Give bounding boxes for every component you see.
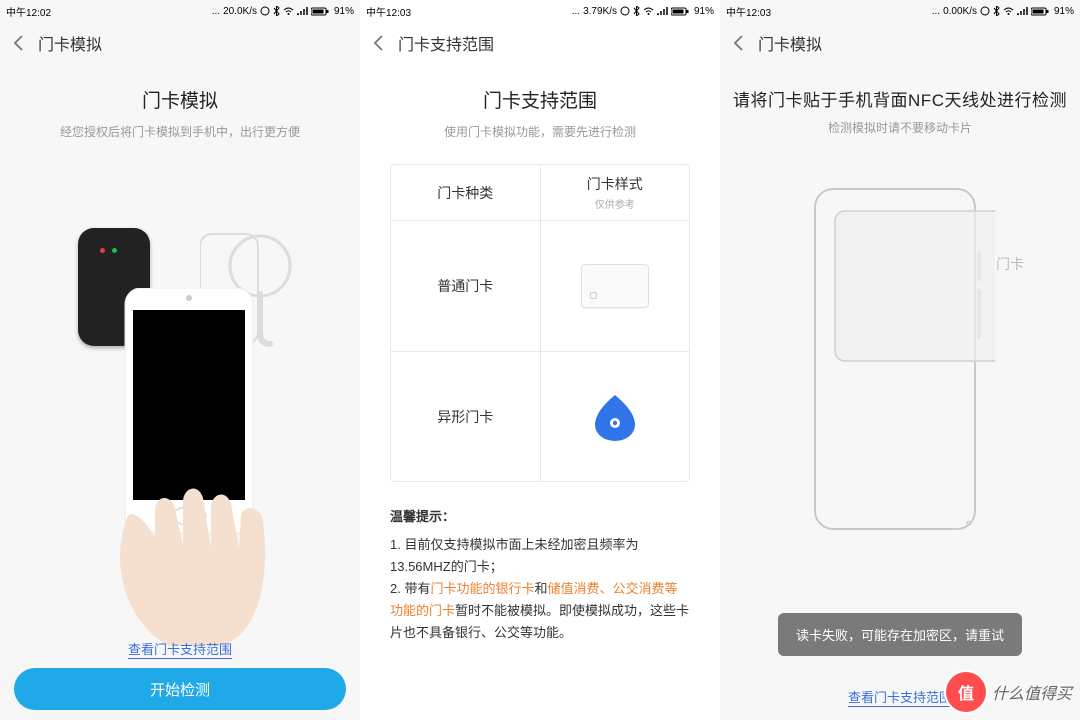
status-bar: 中午12:03 ... 0.00K/s 91% <box>720 0 1080 22</box>
status-speed: 0.00K/s <box>943 6 977 17</box>
bt-icon <box>273 6 280 16</box>
page-title: 请将门卡贴于手机背面NFC天线处进行检测 <box>720 86 1080 111</box>
card-type-irregular: 异形门卡 <box>391 352 541 481</box>
status-bar: 中午12:03 ... 3.79K/s 91% <box>360 0 720 22</box>
card-drop-icon <box>593 393 637 441</box>
back-icon[interactable] <box>10 34 28 52</box>
card-rect-icon <box>581 264 649 308</box>
support-range-link[interactable]: 查看门卡支持范围 <box>0 639 360 658</box>
watermark-badge-icon: 值 <box>946 672 986 712</box>
table-row: 普通门卡 <box>391 221 689 351</box>
status-speed: 20.0K/s <box>223 6 257 17</box>
nav-title: 门卡模拟 <box>38 31 102 55</box>
tip-item: 1. 目前仅支持模拟市面上未经加密且频率为13.56MHZ的门卡； <box>390 534 690 578</box>
back-icon[interactable] <box>370 34 388 52</box>
nav-bar: 门卡模拟 <box>720 22 1080 64</box>
card-type-normal: 普通门卡 <box>391 221 541 351</box>
page-title: 门卡模拟 <box>0 86 360 113</box>
table-row: 异形门卡 <box>391 351 689 481</box>
support-table: 门卡种类 门卡样式仅供参考 普通门卡 异形门卡 <box>390 164 690 482</box>
table-header-style: 门卡样式仅供参考 <box>541 165 690 220</box>
screen-support-range: 中午12:03 ... 3.79K/s 91% 门卡支持范围 门卡支持范围 使用… <box>360 0 720 720</box>
status-battery-pct: 91% <box>334 6 354 17</box>
status-bar: 中午12:02 ... 20.0K/s 91% <box>0 0 360 22</box>
screen-card-simulation-intro: 中午12:02 ... 20.0K/s 91% 门卡模拟 门卡模拟 经您授权后将… <box>0 0 360 720</box>
nfc-illustration: 门卡 <box>720 156 1080 586</box>
watermark-text: 什么值得买 <box>992 680 1072 704</box>
tip-item: 2. 带有门卡功能的银行卡和储值消费、公交消费等功能的门卡暂时不能被模拟。即使模… <box>390 578 690 644</box>
tips-heading: 温馨提示： <box>390 506 690 528</box>
page-subtitle: 使用门卡模拟功能，需要先进行检测 <box>360 123 720 164</box>
nfc-card-label: 门卡 <box>996 254 1024 274</box>
page-title: 门卡支持范围 <box>360 64 720 113</box>
error-toast: 读卡失败，可能存在加密区，请重试 <box>778 613 1022 656</box>
battery-icon <box>311 7 329 16</box>
illustration <box>0 158 360 598</box>
wifi-icon <box>283 7 294 16</box>
hand-holding-phone-icon <box>115 288 275 648</box>
screen-nfc-detect: 中午12:03 ... 0.00K/s 91% 门卡模拟 请将门卡贴于手机背面N… <box>720 0 1080 720</box>
nav-title: 门卡模拟 <box>758 31 822 55</box>
page-subtitle: 经您授权后将门卡模拟到手机中，出行更方便 <box>0 123 360 140</box>
status-speed: 3.79K/s <box>583 6 617 17</box>
nav-bar: 门卡模拟 <box>0 22 360 64</box>
watermark: 值 什么值得买 <box>946 672 1072 712</box>
status-icons <box>260 6 329 16</box>
nav-bar: 门卡支持范围 <box>360 22 720 64</box>
table-header-row: 门卡种类 门卡样式仅供参考 <box>391 165 689 221</box>
back-icon[interactable] <box>730 34 748 52</box>
status-time: 中午12:02 <box>6 4 51 19</box>
page-subtitle: 检测模拟时请不要移动卡片 <box>720 119 1080 136</box>
card-sample-drop <box>541 352 690 481</box>
status-time: 中午12:03 <box>366 4 411 19</box>
signal-icon <box>297 7 308 16</box>
status-time: 中午12:03 <box>726 4 771 19</box>
sync-icon <box>260 6 270 16</box>
start-detect-button[interactable]: 开始检测 <box>14 668 346 710</box>
table-header-type: 门卡种类 <box>391 165 541 220</box>
tips-section: 温馨提示： 1. 目前仅支持模拟市面上未经加密且频率为13.56MHZ的门卡； … <box>390 506 690 645</box>
phone-outline-icon <box>805 181 995 561</box>
card-sample-rect <box>541 221 690 351</box>
nav-title: 门卡支持范围 <box>398 31 494 55</box>
